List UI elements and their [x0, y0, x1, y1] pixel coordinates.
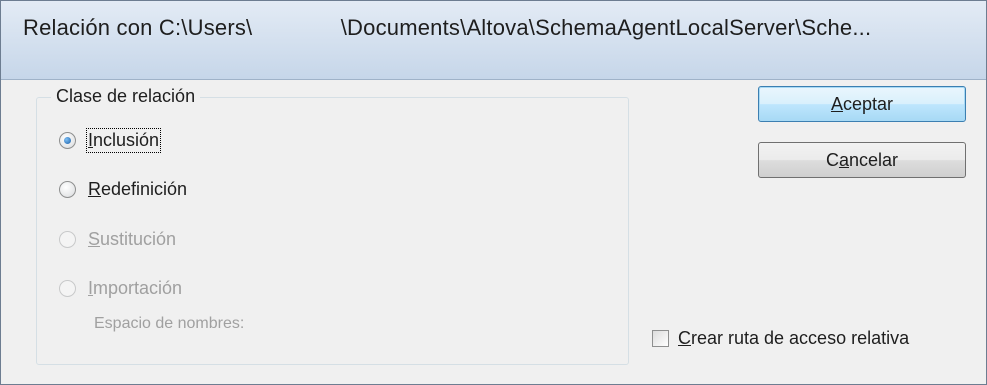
radio-import: Importación	[59, 274, 182, 302]
window-title: Relación con C:\Users\ \Documents\Altova…	[23, 15, 872, 40]
radio-redefinition-label: Redefinición	[88, 178, 188, 199]
relative-path-checkbox[interactable]	[652, 330, 669, 347]
ok-button[interactable]: Aceptar	[758, 86, 966, 122]
cancel-button[interactable]: Ca ncelar	[758, 142, 966, 178]
relative-path-label: Crear ruta de acceso relativa	[678, 328, 910, 348]
radio-substitution: Sustitución	[59, 225, 176, 253]
namespace-label: Espacio de nombres:	[94, 315, 245, 332]
radio-substitution-label: Sustitución	[88, 228, 177, 249]
radio-redefinition-indicator[interactable]	[59, 180, 76, 198]
relative-path-option[interactable]: Crear ruta de acceso relativa	[652, 328, 909, 349]
radio-import-label: Importación	[88, 277, 183, 298]
radio-inclusion-indicator[interactable]	[59, 131, 76, 149]
dialog-window: Relación con C:\Users\ \Documents\Altova…	[0, 0, 987, 385]
title-bar: Relación con C:\Users\ \Documents\Altova…	[1, 1, 986, 80]
radio-import-indicator	[59, 279, 76, 297]
radio-inclusion-label: Inclusión	[85, 127, 162, 153]
relation-type-legend: Clase de relación	[51, 86, 201, 107]
radio-redefinition[interactable]: Redefinición	[59, 175, 187, 203]
radio-inclusion[interactable]: Inclusión	[59, 126, 162, 154]
radio-substitution-indicator	[59, 230, 76, 248]
